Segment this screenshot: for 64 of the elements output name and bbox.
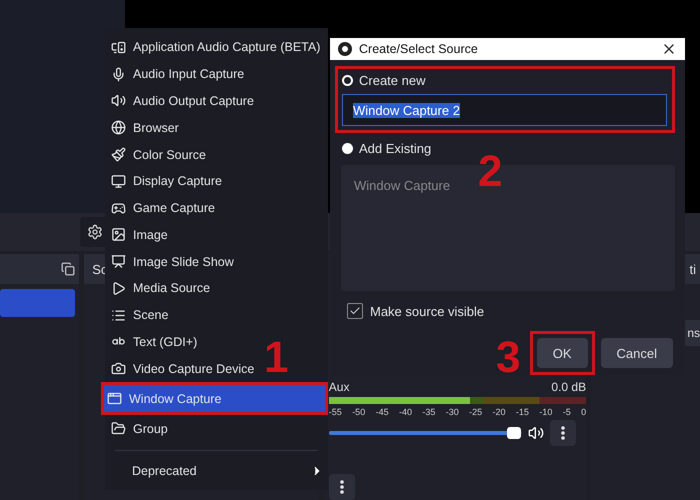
speaker-icon xyxy=(111,93,126,108)
menu-item[interactable]: Scene xyxy=(105,302,174,329)
menu-item[interactable]: Image xyxy=(105,221,174,248)
submenu-item[interactable]: Deprecated xyxy=(105,458,328,484)
meter-tick-label: -55 xyxy=(328,407,342,417)
meter-tick-label: -45 xyxy=(376,407,389,417)
meter-tick-label: -25 xyxy=(469,407,482,417)
radio-option[interactable]: Create new xyxy=(342,73,667,88)
microphone-icon xyxy=(111,66,126,82)
globe-icon xyxy=(111,120,126,136)
more-button[interactable] xyxy=(328,474,355,500)
gamepad-icon xyxy=(111,200,126,216)
menu-item[interactable]: Color Source xyxy=(105,141,212,168)
list-item[interactable]: Window Capture xyxy=(354,178,450,193)
menu-item[interactable]: Audio Input Capture xyxy=(105,60,250,88)
list-icon xyxy=(111,308,126,323)
meter-tick-label: -35 xyxy=(422,407,436,417)
more-button[interactable] xyxy=(550,420,576,446)
menu-item[interactable]: Application Audio Capture (BETA) xyxy=(105,34,326,61)
panel-title: ti xyxy=(690,262,696,276)
menu-item[interactable]: Text (GDI+) xyxy=(105,328,204,356)
folder-icon xyxy=(111,421,126,436)
channel-name: Aux xyxy=(328,380,350,394)
window-icon xyxy=(107,391,122,406)
meter-tick-label: -10 xyxy=(539,407,552,417)
cancel-button[interactable]: Cancel xyxy=(600,338,673,368)
volume-reading: 0.0 dB xyxy=(551,380,586,394)
menu-item[interactable]: Video Capture Device xyxy=(105,355,260,382)
step-number: 1 xyxy=(264,336,288,380)
meter-tick-label: -20 xyxy=(492,407,506,417)
meter-tick-label: -40 xyxy=(398,407,412,417)
meter-tick-label: -30 xyxy=(446,407,459,417)
dots-icon xyxy=(561,426,566,440)
menu-item[interactable]: Group xyxy=(105,415,174,442)
menu-item[interactable]: Media Source xyxy=(105,275,216,302)
menu-item[interactable]: Browser xyxy=(105,114,185,142)
dialog-title: Create/Select Source xyxy=(359,42,479,56)
speaker-box-icon xyxy=(111,40,126,55)
meter-tick-label: 0 xyxy=(581,407,586,417)
monitor-icon xyxy=(111,174,126,189)
checkbox[interactable] xyxy=(347,303,363,319)
meter-tick-label: -15 xyxy=(516,407,529,417)
checkbox-option[interactable]: Make source visible xyxy=(347,303,675,319)
ok-button[interactable]: OK xyxy=(536,338,588,368)
play-icon xyxy=(111,280,126,296)
dots-icon xyxy=(340,480,344,494)
menu-item[interactable]: Image Slide Show xyxy=(105,248,240,276)
menu-item[interactable]: Audio Output Capture xyxy=(105,88,260,114)
meter-tick-label: -5 xyxy=(562,407,571,417)
meter-tick-label: -50 xyxy=(352,407,366,417)
input-field[interactable]: Window Capture 2 xyxy=(342,94,667,126)
paintbrush-icon xyxy=(111,147,126,162)
menu-item[interactable]: Game Capture xyxy=(105,194,221,222)
camera-icon xyxy=(111,361,126,376)
gear-icon xyxy=(87,224,103,240)
step-number: 3 xyxy=(496,336,520,380)
undock-icon[interactable] xyxy=(61,262,76,276)
menu-item[interactable]: Display Capture xyxy=(105,168,228,195)
image-icon xyxy=(111,227,126,242)
slideshow-icon xyxy=(111,254,126,270)
menu-item[interactable]: Window Capture xyxy=(101,382,328,416)
app-logo-icon xyxy=(338,42,352,56)
speaker-icon[interactable] xyxy=(528,425,544,441)
check-icon xyxy=(349,305,361,317)
